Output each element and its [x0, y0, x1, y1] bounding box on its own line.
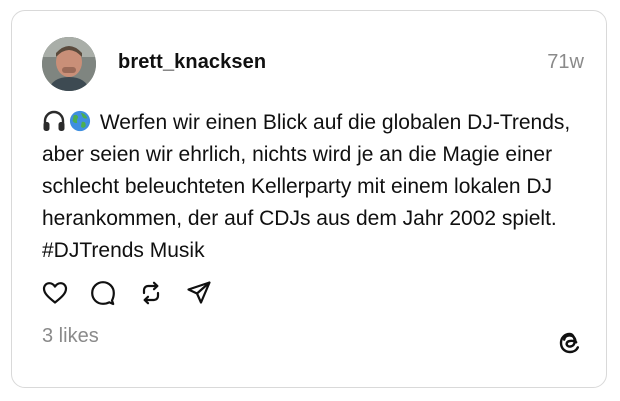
share-button[interactable] [186, 280, 212, 306]
share-icon [187, 281, 211, 304]
post-card: brett_knacksen 71w Werfen wir einen Blic… [11, 10, 607, 388]
repost-button[interactable] [138, 280, 164, 306]
avatar[interactable] [42, 37, 96, 91]
repost-icon [142, 281, 160, 305]
globe-icon [68, 110, 94, 132]
likes-count[interactable]: 3 likes [42, 325, 99, 348]
post-body: Werfen wir einen Blick auf die globalen … [42, 111, 571, 262]
comment-button[interactable] [90, 280, 116, 306]
like-button[interactable] [42, 280, 68, 306]
post-text: Werfen wir einen Blick auf die globalen … [42, 107, 572, 267]
username[interactable]: brett_knacksen [118, 51, 266, 74]
action-bar [42, 279, 212, 307]
headphones-icon [42, 110, 68, 132]
threads-logo-icon[interactable] [556, 329, 584, 357]
comment-icon [91, 281, 115, 306]
heart-icon [42, 282, 68, 304]
timestamp[interactable]: 71w [547, 51, 584, 74]
